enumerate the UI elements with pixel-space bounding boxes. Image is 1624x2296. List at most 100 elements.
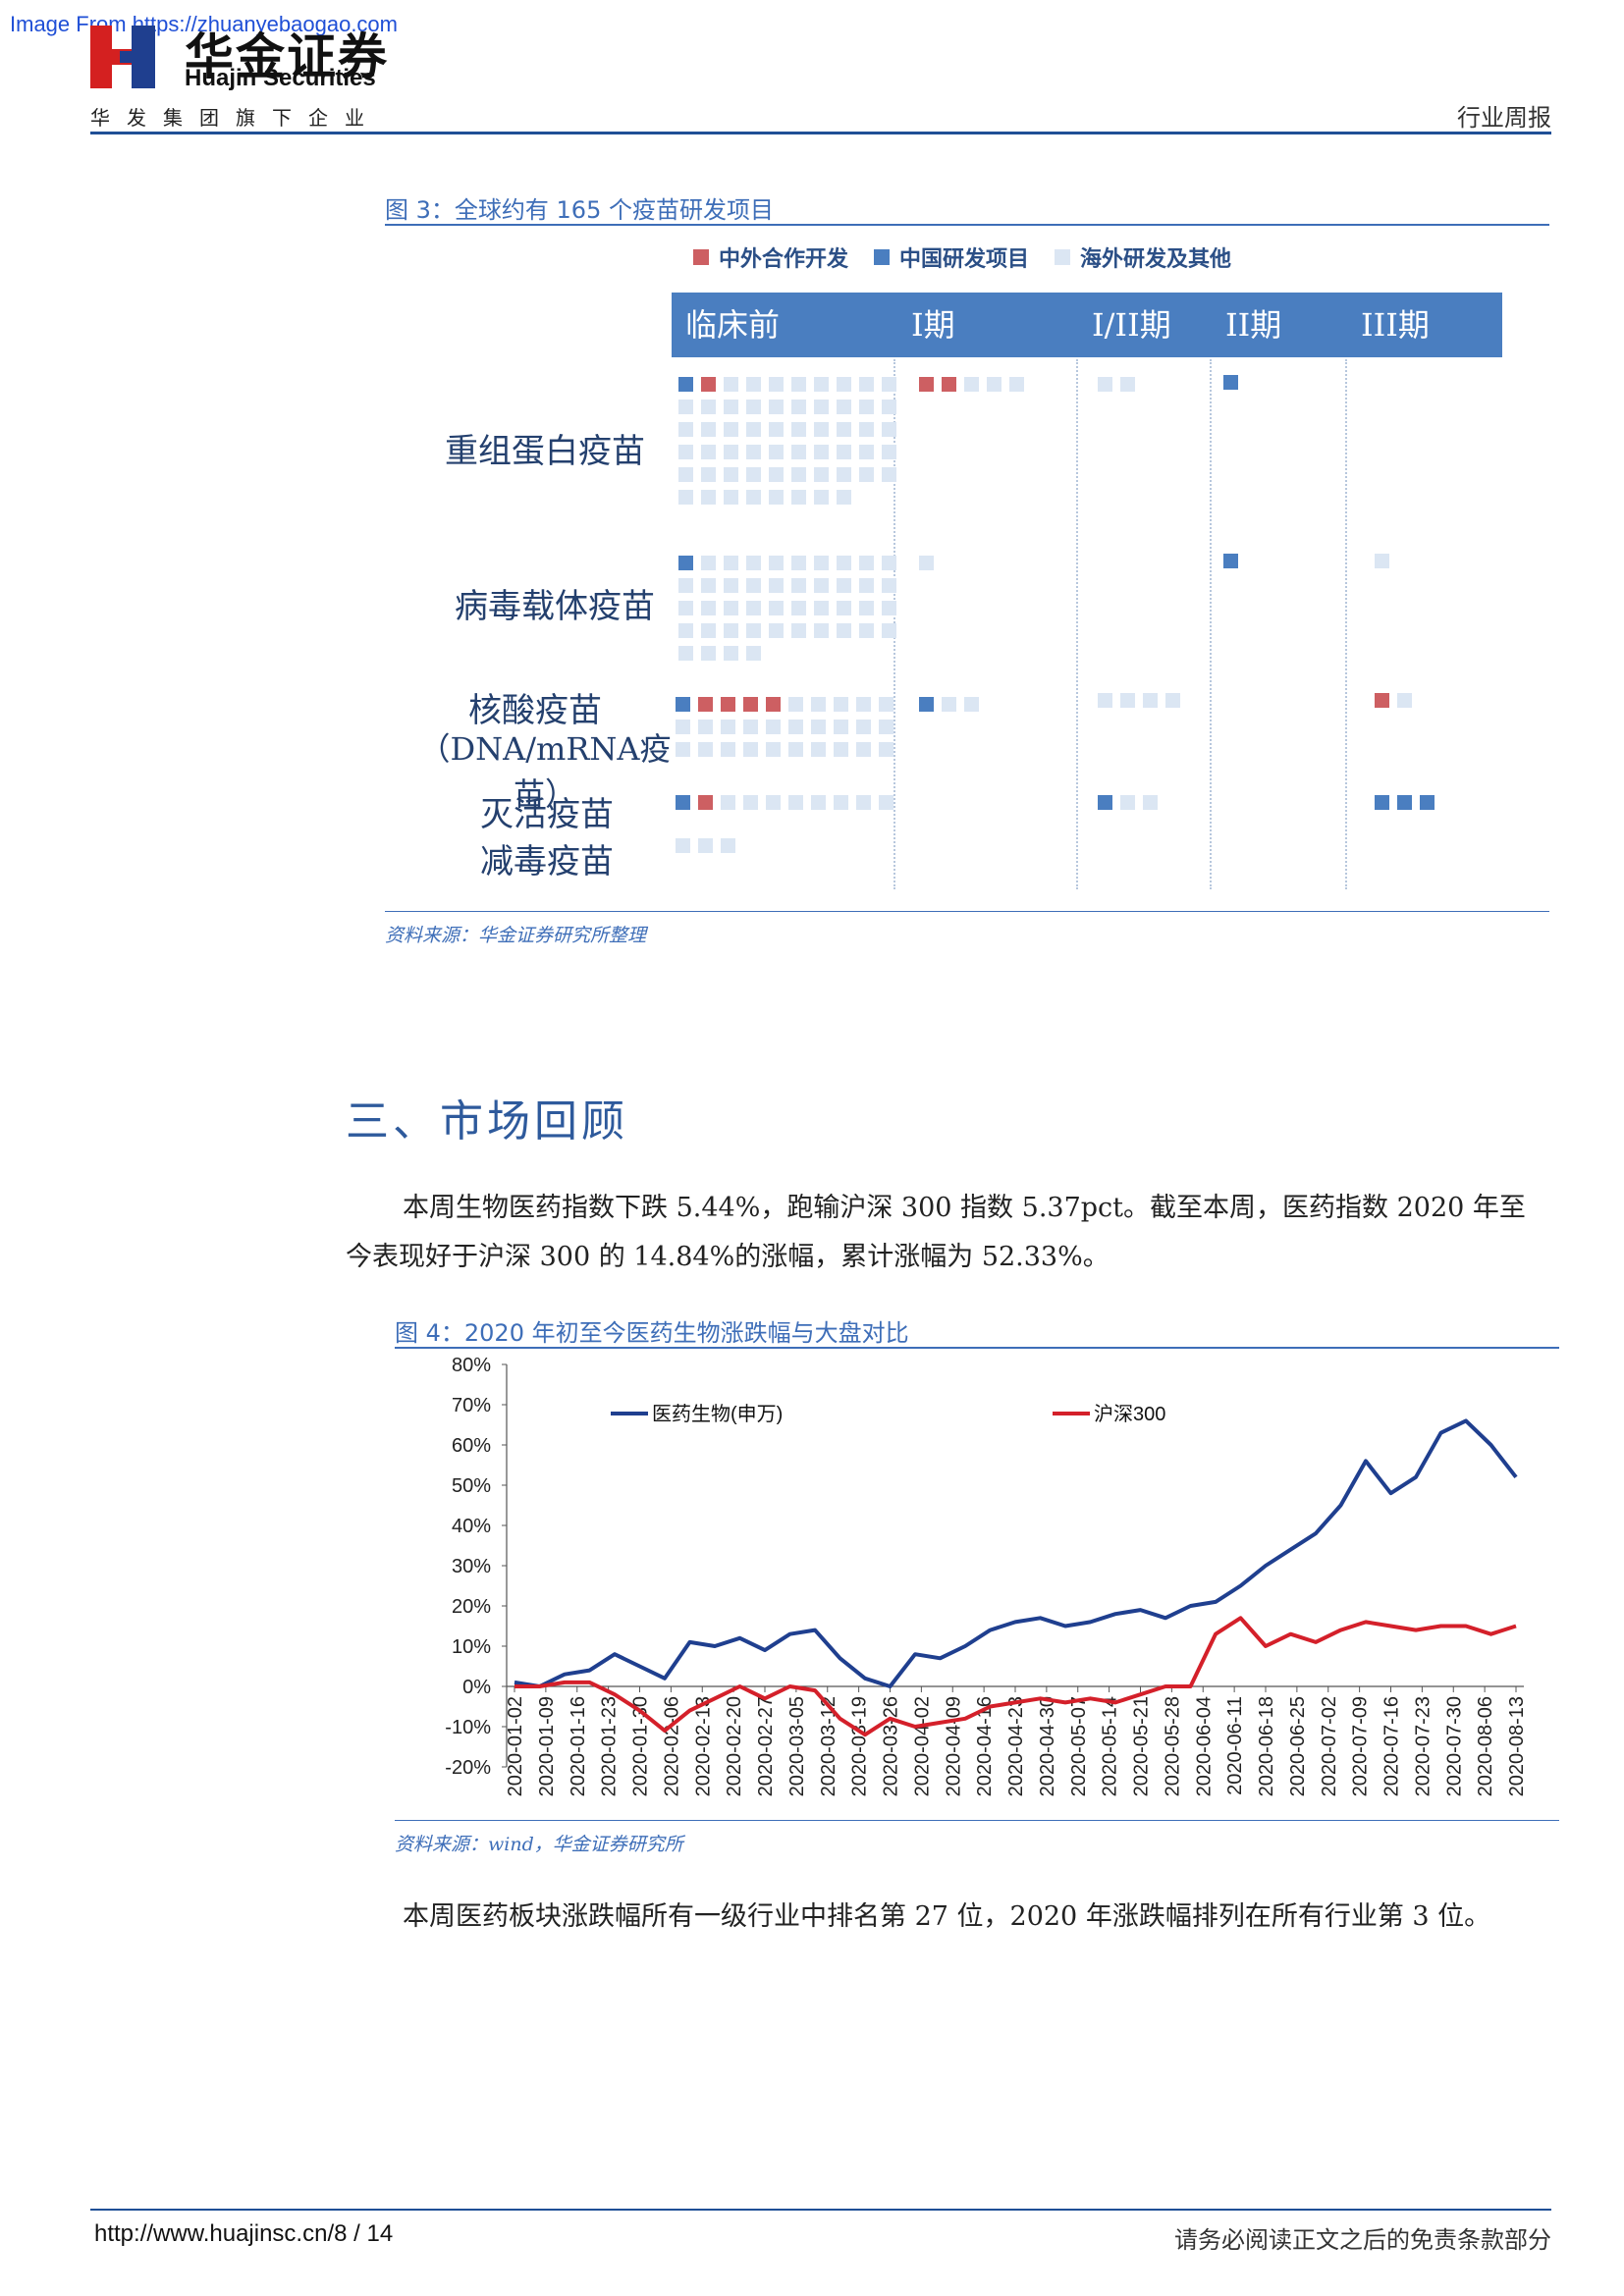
x-tick-label: 2020-01-23 xyxy=(599,1696,621,1796)
project-square xyxy=(859,400,874,414)
x-tick-label: 2020-07-30 xyxy=(1443,1696,1465,1796)
x-tick-label: 2020-06-25 xyxy=(1287,1696,1309,1796)
project-square xyxy=(919,697,934,712)
project-square xyxy=(1397,795,1412,810)
project-square xyxy=(859,467,874,482)
x-tick-label: 2020-07-09 xyxy=(1350,1696,1372,1796)
x-tick-label: 2020-03-26 xyxy=(881,1696,902,1796)
project-square xyxy=(919,377,934,392)
x-tick-label: 2020-01-16 xyxy=(568,1696,589,1796)
project-square xyxy=(678,445,693,459)
project-square xyxy=(724,646,738,661)
y-tick-label: 50% xyxy=(452,1475,491,1497)
project-square xyxy=(721,720,735,734)
project-square xyxy=(1165,693,1180,708)
project-square xyxy=(743,697,758,712)
project-square xyxy=(882,422,896,437)
project-square xyxy=(837,422,851,437)
project-square xyxy=(856,720,871,734)
project-square xyxy=(769,556,784,570)
project-square xyxy=(769,578,784,593)
project-square xyxy=(859,601,874,615)
project-square xyxy=(837,467,851,482)
project-square xyxy=(791,490,806,505)
project-square xyxy=(964,697,979,712)
project-square xyxy=(879,697,893,712)
x-tick-label: 2020-05-07 xyxy=(1068,1696,1090,1796)
project-square xyxy=(814,377,829,392)
project-square xyxy=(987,377,1001,392)
project-square xyxy=(811,742,826,757)
project-square xyxy=(678,400,693,414)
project-square xyxy=(678,578,693,593)
project-square xyxy=(746,556,761,570)
project-square xyxy=(814,467,829,482)
project-square xyxy=(791,623,806,638)
y-tick-label: 80% xyxy=(452,1355,491,1376)
project-square xyxy=(769,377,784,392)
footer-url-page[interactable]: http://www.huajinsc.cn/8 / 14 xyxy=(94,2220,393,2248)
project-square xyxy=(678,556,693,570)
paragraph-1-line1: 本周生物医药指数下跌 5.44%，跑输沪深 300 指数 5.37pct。截至本… xyxy=(403,1193,1526,1223)
legend-label: 医药生物(申万) xyxy=(652,1403,783,1425)
project-square xyxy=(859,578,874,593)
vaccine-project-grid xyxy=(676,375,1435,853)
project-square xyxy=(676,697,690,712)
project-square xyxy=(859,445,874,459)
x-tick-label: 2020-02-27 xyxy=(755,1696,777,1796)
x-tick-label: 2020-02-20 xyxy=(724,1696,745,1796)
project-square xyxy=(701,646,716,661)
project-square xyxy=(698,742,713,757)
project-square xyxy=(746,467,761,482)
project-square xyxy=(724,623,738,638)
project-square xyxy=(746,422,761,437)
y-tick-label: -20% xyxy=(445,1757,491,1779)
project-square xyxy=(882,400,896,414)
project-square xyxy=(811,720,826,734)
project-square xyxy=(1143,795,1158,810)
project-square xyxy=(766,795,781,810)
project-square xyxy=(678,601,693,615)
figure3-source: 资料来源：华金证券研究所整理 xyxy=(385,925,647,946)
project-square xyxy=(882,467,896,482)
project-square xyxy=(1420,795,1435,810)
project-square xyxy=(942,697,956,712)
project-square xyxy=(678,467,693,482)
project-square xyxy=(788,697,803,712)
project-square xyxy=(766,720,781,734)
x-tick-label: 2020-04-02 xyxy=(911,1696,933,1796)
project-square xyxy=(746,646,761,661)
project-square xyxy=(834,795,848,810)
project-square xyxy=(814,400,829,414)
x-tick-label: 2020-08-06 xyxy=(1475,1696,1496,1796)
project-square xyxy=(766,697,781,712)
project-square xyxy=(678,422,693,437)
project-square xyxy=(791,400,806,414)
project-square xyxy=(811,697,826,712)
project-square xyxy=(859,422,874,437)
footer-disclaimer: 请务必阅读正文之后的免责条款部分 xyxy=(1174,2226,1551,2254)
project-square xyxy=(698,795,713,810)
project-square xyxy=(856,697,871,712)
project-square xyxy=(676,838,690,853)
project-square xyxy=(1397,693,1412,708)
project-square xyxy=(837,400,851,414)
project-square xyxy=(811,795,826,810)
project-square xyxy=(942,377,956,392)
project-square xyxy=(766,742,781,757)
project-square xyxy=(769,400,784,414)
x-tick-label: 2020-01-09 xyxy=(536,1696,558,1796)
project-square xyxy=(1098,377,1112,392)
legend-label: 沪深300 xyxy=(1094,1403,1165,1425)
project-square xyxy=(769,623,784,638)
x-tick-label: 2020-03-19 xyxy=(849,1696,871,1796)
project-square xyxy=(746,578,761,593)
x-tick-label: 2020-04-23 xyxy=(1005,1696,1027,1796)
project-square xyxy=(678,623,693,638)
project-square xyxy=(856,742,871,757)
project-square xyxy=(882,445,896,459)
project-square xyxy=(791,556,806,570)
y-tick-label: 60% xyxy=(452,1435,491,1457)
project-square xyxy=(721,697,735,712)
project-square xyxy=(769,601,784,615)
